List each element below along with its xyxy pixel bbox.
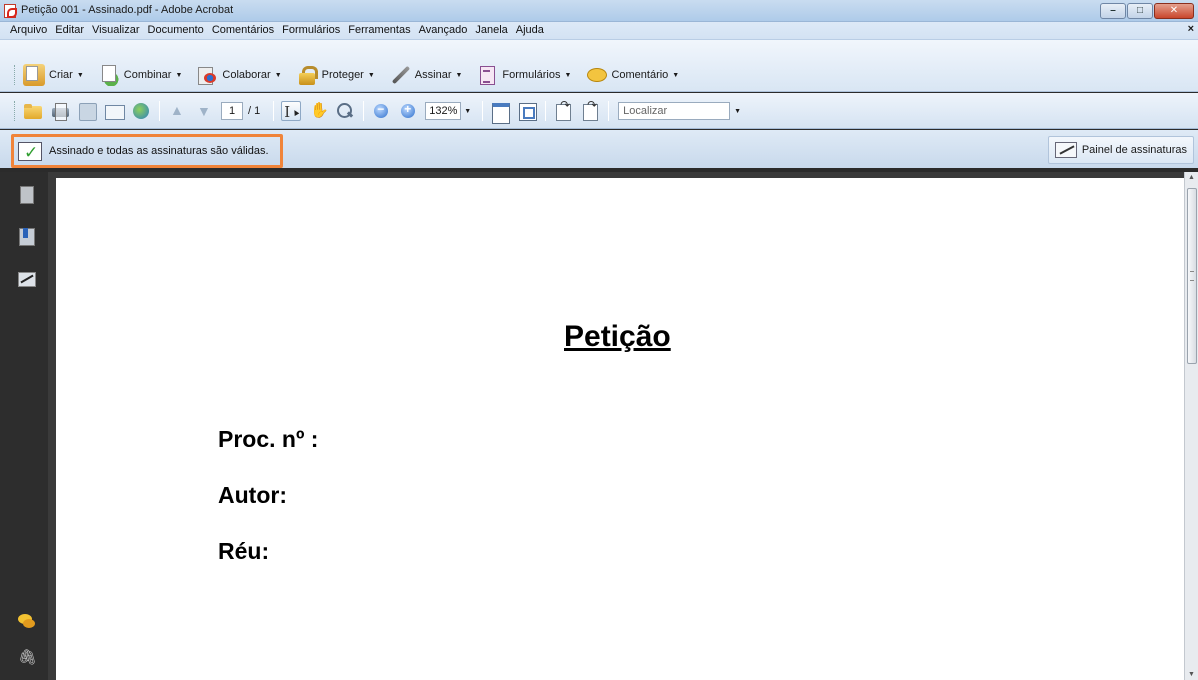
toolbar-separator [159, 101, 160, 121]
chevron-down-icon: ▼ [76, 71, 84, 79]
document-field-reu: Réu: [218, 538, 270, 564]
bookmarks-icon[interactable] [18, 228, 35, 246]
comments-icon[interactable] [18, 612, 35, 630]
combinar-label: Combinar [123, 69, 172, 81]
acrobat-pdf-icon [4, 4, 17, 18]
signature-panel-icon [1054, 142, 1077, 158]
toolbar-separator [273, 101, 275, 121]
minimize-button[interactable]: – [1100, 3, 1126, 19]
find-input[interactable]: Localizar [618, 102, 731, 120]
chevron-down-icon[interactable]: ▼ [734, 108, 741, 115]
navigation-toolbar-row: 1 / 1 132% ▼ Localizar ▼ [14, 98, 741, 124]
email-icon[interactable] [104, 101, 125, 121]
window-controls: – □ ✕ [1100, 3, 1194, 19]
menu-editar[interactable]: Editar [51, 24, 88, 36]
zoom-level-input[interactable]: 132% [425, 102, 462, 120]
paperclip-icon[interactable] [18, 648, 37, 668]
menu-documento[interactable]: Documento [144, 24, 208, 36]
criar-label: Criar [49, 69, 73, 81]
maximize-button[interactable]: □ [1127, 3, 1153, 19]
create-pdf-icon [23, 64, 45, 86]
criar-task-button[interactable]: Criar ▼ [23, 64, 84, 86]
navigation-pane [0, 172, 48, 680]
signatures-icon[interactable] [18, 270, 36, 288]
menu-visualizar[interactable]: Visualizar [88, 24, 144, 36]
menu-janela[interactable]: Janela [471, 24, 511, 36]
chevron-down-icon: ▼ [564, 71, 572, 79]
colaborar-task-button[interactable]: Colaborar ▼ [196, 64, 282, 86]
open-folder-icon[interactable] [23, 101, 43, 121]
title-bar: Petição 001 - Assinado.pdf - Adobe Acrob… [0, 0, 1198, 22]
assinar-label: Assinar [414, 69, 452, 81]
page-total: / 1 [248, 105, 261, 117]
scroll-up-icon[interactable]: ▲ [1188, 174, 1195, 181]
marquee-zoom-icon[interactable] [335, 101, 355, 121]
menu-avancado[interactable]: Avançado [415, 24, 472, 36]
comment-icon [585, 64, 608, 86]
zoom-out-icon[interactable] [371, 101, 391, 121]
document-field-proc: Proc. nº : [218, 426, 319, 452]
next-page-icon[interactable] [194, 101, 214, 121]
scrollbar-thumb[interactable] [1187, 188, 1197, 364]
pen-icon [389, 64, 411, 86]
previous-page-icon[interactable] [167, 101, 187, 121]
combinar-task-button[interactable]: Combinar ▼ [97, 64, 183, 86]
hand-tool-icon[interactable] [308, 101, 329, 121]
menu-arquivo[interactable]: Arquivo [6, 24, 51, 36]
proteger-label: Proteger [321, 69, 364, 81]
chevron-down-icon: ▼ [672, 71, 680, 79]
formularios-label: Formulários [502, 69, 561, 81]
menu-formularios[interactable]: Formulários [278, 24, 344, 36]
comentario-label: Comentário [611, 69, 669, 81]
toolbar-grip[interactable] [14, 65, 17, 85]
document-title: Petição [564, 320, 671, 353]
toolbar-separator [545, 101, 547, 121]
page-number-input[interactable]: 1 [221, 102, 243, 120]
save-icon[interactable] [77, 101, 97, 121]
lock-icon [296, 64, 318, 86]
forms-icon [476, 64, 498, 86]
pages-icon[interactable] [18, 186, 34, 204]
menu-ferramentas[interactable]: Ferramentas [344, 24, 414, 36]
collaborate-icon [196, 64, 218, 86]
assinar-task-button[interactable]: Assinar ▼ [389, 64, 463, 86]
zoom-in-icon[interactable] [398, 101, 418, 121]
menu-bar: Arquivo Editar Visualizar Documento Come… [0, 22, 1198, 40]
signature-status[interactable]: Assinado e todas as assinaturas são váli… [11, 134, 283, 168]
fit-page-icon[interactable] [517, 101, 538, 121]
select-tool-icon[interactable] [281, 101, 302, 121]
fit-width-icon[interactable] [490, 101, 511, 124]
toolbar-separator [482, 101, 484, 121]
menu-comentarios[interactable]: Comentários [208, 24, 278, 36]
signature-status-text: Assinado e todas as assinaturas são váli… [49, 145, 269, 157]
print-icon[interactable] [50, 101, 70, 121]
chevron-down-icon: ▼ [274, 71, 282, 79]
window-title: Petição 001 - Assinado.pdf - Adobe Acrob… [21, 4, 234, 16]
chevron-down-icon: ▼ [175, 71, 183, 79]
comentario-task-button[interactable]: Comentário ▼ [585, 64, 679, 86]
menu-ajuda[interactable]: Ajuda [512, 24, 548, 36]
rotate-right-icon[interactable] [580, 98, 600, 121]
close-document-icon[interactable]: × [1188, 23, 1194, 35]
chevron-down-icon: ▼ [367, 71, 375, 79]
signature-panel-label: Painel de assinaturas [1081, 144, 1187, 156]
formularios-task-button[interactable]: Formulários ▼ [476, 64, 571, 86]
scroll-down-icon[interactable]: ▼ [1188, 671, 1195, 678]
signature-panel-button[interactable]: Painel de assinaturas [1047, 136, 1194, 164]
proteger-task-button[interactable]: Proteger ▼ [296, 64, 375, 86]
close-button[interactable]: ✕ [1154, 3, 1194, 19]
combine-files-icon [97, 64, 120, 86]
toolbar-grip[interactable] [14, 101, 17, 121]
valid-signature-icon [18, 140, 42, 163]
chevron-down-icon: ▼ [455, 71, 463, 79]
colaborar-label: Colaborar [222, 69, 271, 81]
globe-icon[interactable] [131, 101, 151, 121]
chevron-down-icon[interactable]: ▼ [464, 108, 471, 115]
vertical-scrollbar[interactable]: ▲ ▼ [1184, 172, 1198, 680]
document-field-autor: Autor: [218, 482, 287, 508]
rotate-left-icon[interactable] [553, 98, 573, 121]
toolbar-separator [608, 101, 610, 121]
toolbar-separator [363, 101, 365, 121]
tasks-toolbar-row: Criar ▼ Combinar ▼ Colaborar ▼ Proteger … [14, 62, 693, 88]
